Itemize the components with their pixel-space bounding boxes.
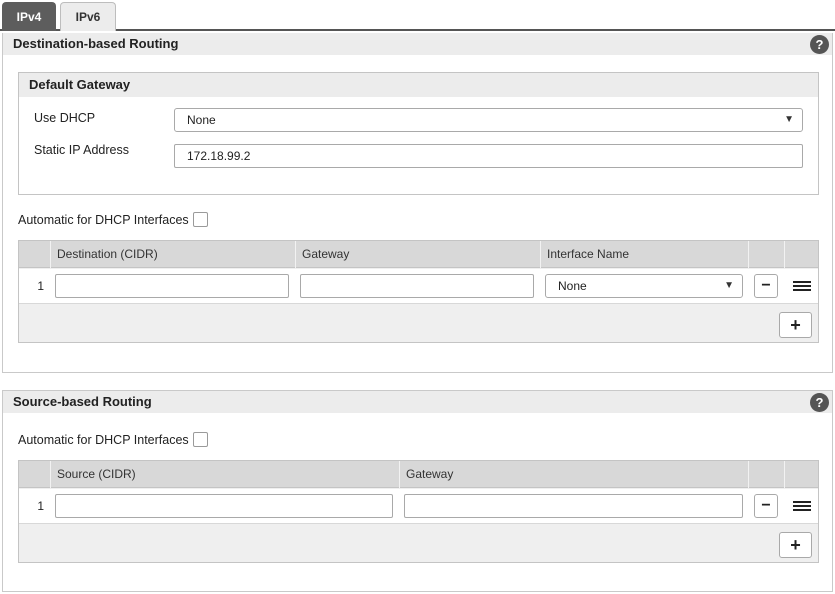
auto-dhcp-checkbox[interactable] — [192, 212, 208, 227]
source-cidr-input[interactable] — [55, 494, 393, 518]
chevron-down-icon: ▼ — [724, 280, 734, 291]
tab-ipv6[interactable]: IPv6 — [60, 2, 116, 31]
add-row-button[interactable]: + — [779, 532, 812, 558]
interface-name-value: None — [558, 279, 587, 293]
chevron-down-icon: ▼ — [784, 114, 794, 125]
source-route-table: Source (CIDR) Gateway 1 − + — [18, 460, 819, 563]
help-icon[interactable]: ? — [810, 393, 829, 412]
tab-bar: IPv4 IPv6 — [0, 0, 835, 31]
remove-row-button[interactable]: − — [754, 494, 778, 518]
table-header: Destination (CIDR) Gateway Interface Nam… — [19, 241, 818, 268]
use-dhcp-select[interactable]: None ▼ — [174, 108, 803, 132]
column-gateway: Gateway — [295, 241, 540, 268]
column-reorder — [784, 241, 819, 268]
row-index: 1 — [37, 499, 44, 513]
table-row: 1 − — [19, 489, 818, 524]
tab-ipv4[interactable]: IPv4 — [2, 2, 56, 31]
column-reorder — [784, 461, 819, 488]
destination-routing-section: Destination-based Routing ? Default Gate… — [2, 33, 833, 373]
use-dhcp-label: Use DHCP — [34, 111, 96, 125]
remove-row-button[interactable]: − — [754, 274, 778, 298]
column-source: Source (CIDR) — [50, 461, 399, 488]
row-index: 1 — [37, 279, 44, 293]
drag-handle-icon[interactable] — [793, 281, 811, 295]
gateway-input[interactable] — [300, 274, 534, 298]
table-row: 1 None ▼ − — [19, 269, 818, 304]
gateway-input[interactable] — [404, 494, 743, 518]
use-dhcp-value: None — [187, 113, 216, 127]
column-interface-name: Interface Name — [540, 241, 748, 268]
drag-handle-icon[interactable] — [793, 501, 811, 515]
column-actions — [748, 461, 784, 488]
column-actions — [748, 241, 784, 268]
auto-dhcp-row: Automatic for DHCP Interfaces — [18, 432, 208, 447]
auto-dhcp-label: Automatic for DHCP Interfaces — [18, 432, 189, 447]
table-header: Source (CIDR) Gateway — [19, 461, 818, 488]
static-ip-label: Static IP Address — [34, 143, 129, 157]
column-gateway: Gateway — [399, 461, 748, 488]
destination-cidr-input[interactable] — [55, 274, 289, 298]
static-ip-input[interactable]: 172.18.99.2 — [174, 144, 803, 168]
add-row-button[interactable]: + — [779, 312, 812, 338]
destination-route-table: Destination (CIDR) Gateway Interface Nam… — [18, 240, 819, 343]
source-routing-section: Source-based Routing ? Automatic for DHC… — [2, 390, 833, 592]
auto-dhcp-label: Automatic for DHCP Interfaces — [18, 212, 189, 227]
section-title: Destination-based Routing — [3, 33, 832, 55]
help-icon[interactable]: ? — [810, 35, 829, 54]
default-gateway-box: Default Gateway Use DHCP None ▼ Static I… — [18, 72, 819, 195]
default-gateway-title: Default Gateway — [19, 73, 818, 97]
section-title: Source-based Routing — [3, 391, 832, 413]
auto-dhcp-checkbox[interactable] — [192, 432, 208, 447]
auto-dhcp-row: Automatic for DHCP Interfaces — [18, 212, 208, 227]
interface-name-select[interactable]: None ▼ — [545, 274, 743, 298]
column-destination: Destination (CIDR) — [50, 241, 295, 268]
